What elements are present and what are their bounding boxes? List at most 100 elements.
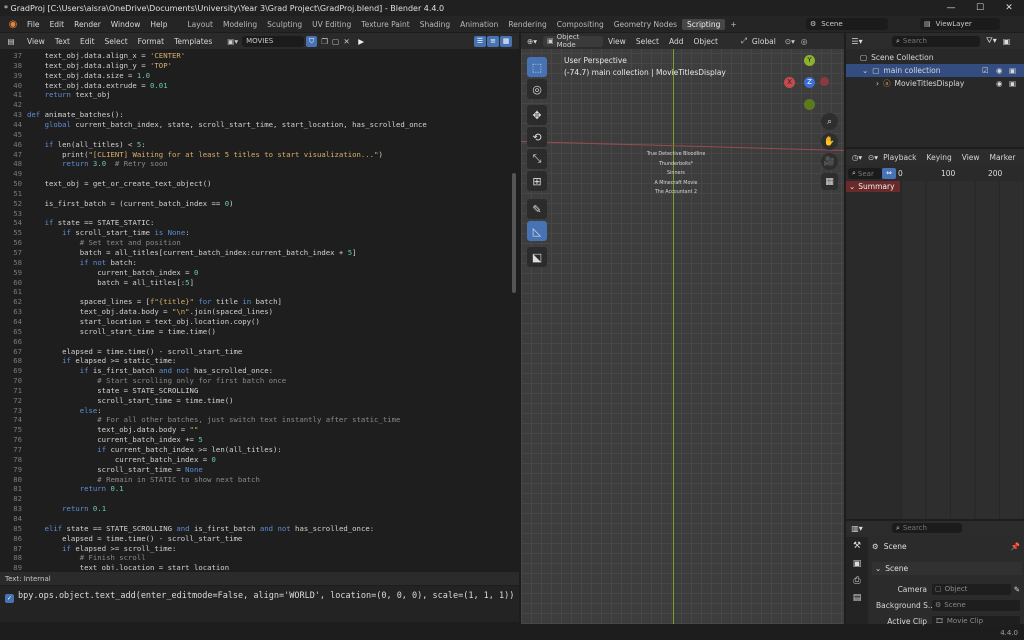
gizmo-y-icon[interactable]: Y	[804, 55, 815, 66]
code-line[interactable]: current_batch_index += 5	[27, 435, 202, 445]
code-line[interactable]: if len(all_titles) < 5:	[27, 140, 146, 150]
vp-menu-view[interactable]: View	[603, 37, 631, 46]
dopesheet-menu-marker[interactable]: Marker	[985, 153, 1021, 162]
dopesheet-search-input[interactable]: ⌕ Sear	[848, 168, 882, 179]
vp-menu-object[interactable]: Object	[688, 37, 722, 46]
code-line[interactable]: text_obj.data.align_y = 'TOP'	[27, 61, 172, 71]
code-line[interactable]: # Finish scroll	[27, 553, 146, 563]
code-line[interactable]: text_obj.location = start_location	[27, 563, 229, 570]
properties-search-input[interactable]: ⌕ Search	[892, 523, 962, 533]
add-cube-tool-icon[interactable]: ⬕	[527, 247, 547, 267]
perspective-grid-icon[interactable]: ▦	[821, 173, 838, 190]
code-line[interactable]: if scroll_start_time is None:	[27, 228, 189, 238]
new-collection-icon[interactable]: ▣	[1003, 37, 1011, 46]
code-line[interactable]: def animate_batches():	[27, 110, 124, 120]
code-scrollbar[interactable]	[512, 173, 516, 293]
code-line[interactable]: text_obj.data.body = "\n".join(spaced_li…	[27, 307, 273, 317]
view-layer-tab-icon[interactable]: ▤	[846, 590, 868, 607]
menu-select[interactable]: Select	[100, 37, 133, 46]
orientation-dropdown[interactable]: Global	[747, 37, 781, 46]
tab-layout[interactable]: Layout	[182, 19, 218, 30]
editor-type-icon[interactable]: ⊕▾	[521, 37, 543, 46]
menu-file[interactable]: File	[22, 20, 45, 29]
code-line[interactable]: scroll_start_time = None	[27, 465, 202, 475]
code-line[interactable]: if current_batch_index >= len(all_titles…	[27, 445, 282, 455]
gizmo-neg-x-icon[interactable]	[820, 77, 829, 86]
tab-modeling[interactable]: Modeling	[218, 19, 262, 30]
render-tab-icon[interactable]: ▣	[846, 556, 868, 573]
annotate-tool-icon[interactable]: ✎	[527, 199, 547, 219]
dopesheet-menu-playback[interactable]: Playback	[878, 153, 921, 162]
code-line[interactable]: return 3.0 # Retry soon	[27, 159, 167, 169]
code-line[interactable]: return 0.1	[27, 484, 124, 494]
outliner-search-input[interactable]: ⌕ Search	[892, 35, 980, 47]
text-name-field[interactable]: MOVIES	[242, 35, 305, 47]
output-tab-icon[interactable]: ⎙	[846, 573, 868, 590]
render-camera-icon[interactable]: ▣	[1009, 66, 1016, 75]
minimize-button[interactable]: —	[936, 0, 966, 16]
transform-tool-icon[interactable]: ⊞	[527, 171, 547, 191]
dopesheet-menu-keying[interactable]: Keying	[922, 153, 957, 162]
dopesheet-menu-view[interactable]: View	[957, 153, 985, 162]
code-line[interactable]: global current_batch_index, state, scrol…	[27, 120, 427, 130]
pin-icon[interactable]: 📌	[1011, 542, 1020, 551]
code-line[interactable]: if is_first_batch and not has_scrolled_o…	[27, 366, 273, 376]
render-camera-icon[interactable]: ▣	[1009, 79, 1016, 88]
menu-view[interactable]: View	[22, 37, 50, 46]
menu-edit-text[interactable]: Edit	[75, 37, 100, 46]
code-line[interactable]: # Remain in STATIC to show next batch	[27, 475, 260, 485]
filter-icon[interactable]: ⛛▾	[986, 36, 997, 46]
gizmo-z-icon[interactable]: Z	[804, 77, 815, 88]
tab-shading[interactable]: Shading	[415, 19, 455, 30]
code-line[interactable]: text_obj.data.align_x = 'CENTER'	[27, 51, 186, 61]
line-numbers-toggle-icon[interactable]: ☰	[474, 35, 486, 47]
object-mode-dropdown[interactable]: ▣ Object Mode	[543, 33, 603, 49]
new-text-icon[interactable]: ▢	[330, 37, 341, 46]
move-tool-icon[interactable]: ✥	[527, 105, 547, 125]
code-line[interactable]: print("[CLIENT] Waiting for at least 5 t…	[27, 150, 383, 160]
camera-field[interactable]: ▢ Object	[932, 583, 1011, 595]
properties-type-icon[interactable]: ▥▾	[846, 524, 868, 533]
menu-edit[interactable]: Edit	[45, 20, 70, 29]
code-line[interactable]: text_obj = get_or_create_text_object()	[27, 179, 212, 189]
gizmo-neg-y-icon[interactable]	[804, 99, 815, 110]
unlink-text-icon[interactable]: ✕	[341, 37, 352, 46]
tool-tab-icon[interactable]: ⚒	[846, 537, 868, 556]
tab-sculpting[interactable]: Sculpting	[262, 19, 307, 30]
code-line[interactable]: text_obj.data.body = ""	[27, 425, 198, 435]
vp-menu-select[interactable]: Select	[631, 37, 664, 46]
tab-texture-paint[interactable]: Texture Paint	[356, 19, 414, 30]
code-line[interactable]: return text_obj	[27, 90, 111, 100]
code-line[interactable]: is_first_batch = (current_batch_index ==…	[27, 199, 234, 209]
tab-uv-editing[interactable]: UV Editing	[307, 19, 356, 30]
vp-menu-add[interactable]: Add	[664, 37, 689, 46]
code-line[interactable]: elapsed = time.time() - scroll_start_tim…	[27, 347, 242, 357]
snap-icon[interactable]: ◎	[801, 37, 808, 46]
code-line[interactable]: else:	[27, 406, 102, 416]
rotate-tool-icon[interactable]: ⟲	[527, 127, 547, 147]
code-line[interactable]: batch = all_titles[:5]	[27, 278, 194, 288]
pan-hand-icon[interactable]: ✋	[821, 133, 838, 150]
text-browse-icon[interactable]: ▣▾	[227, 37, 238, 46]
measure-tool-icon[interactable]: ◺	[527, 221, 547, 241]
code-line[interactable]: scroll_start_time = time.time()	[27, 327, 216, 337]
outliner-row-scene-collection[interactable]: ▢ Scene Collection	[846, 51, 1024, 64]
eyedropper-icon[interactable]: ✎	[1014, 585, 1020, 594]
tab-geometry-nodes[interactable]: Geometry Nodes	[609, 19, 682, 30]
visibility-eye-icon[interactable]: ◉	[996, 79, 1003, 88]
menu-window[interactable]: Window	[106, 20, 146, 29]
pivot-icon[interactable]: ⊙▾	[785, 37, 795, 46]
zoom-icon[interactable]: ⌕	[821, 113, 838, 130]
editor-type-icon[interactable]: ▤	[0, 37, 22, 46]
tab-scripting[interactable]: Scripting	[682, 18, 726, 30]
view-options-icon[interactable]: ⊙▾	[868, 153, 878, 162]
code-line[interactable]: current_batch_index = 0	[27, 268, 198, 278]
cursor-tool-icon[interactable]: ◎	[527, 79, 547, 99]
camera-view-icon[interactable]: 🎥	[821, 153, 838, 170]
dopesheet-type-icon[interactable]: ◷▾	[846, 153, 868, 162]
visibility-eye-icon[interactable]: ◉	[996, 66, 1003, 75]
add-workspace-button[interactable]: +	[725, 19, 741, 30]
code-line[interactable]: batch = all_titles[current_batch_index:c…	[27, 248, 357, 258]
select-box-tool-icon[interactable]: ⬚	[527, 57, 547, 77]
code-line[interactable]: return 0.1	[27, 504, 106, 514]
